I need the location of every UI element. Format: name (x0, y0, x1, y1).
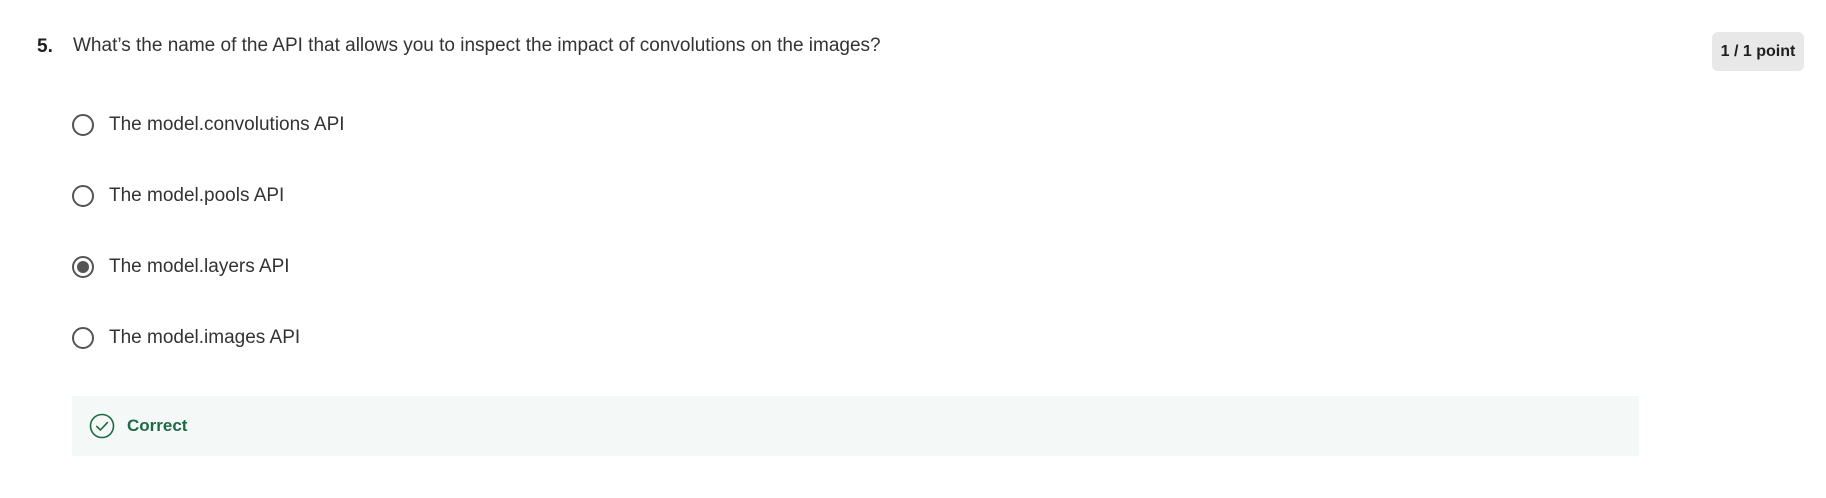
option-convolutions[interactable]: The model.convolutions API (72, 110, 345, 140)
question-text: What’s the name of the API that allows y… (73, 35, 881, 56)
option-layers[interactable]: The model.layers API (72, 252, 290, 282)
option-label: The model.pools API (109, 185, 285, 206)
feedback-status: Correct (127, 416, 188, 435)
option-label: The model.convolutions API (109, 114, 345, 135)
feedback-banner: Correct (72, 396, 1639, 456)
radio-selected-dot (77, 261, 89, 273)
radio-button[interactable] (72, 114, 94, 136)
radio-button-selected[interactable] (72, 256, 94, 278)
radio-button[interactable] (72, 327, 94, 349)
check-circle-icon (89, 413, 115, 439)
points-badge: 1 / 1 point (1712, 32, 1804, 71)
option-pools[interactable]: The model.pools API (72, 181, 284, 211)
option-label: The model.images API (109, 327, 301, 348)
option-images[interactable]: The model.images API (72, 323, 300, 353)
option-label: The model.layers API (109, 256, 290, 277)
question-number: 5. (37, 36, 53, 57)
radio-button[interactable] (72, 185, 94, 207)
